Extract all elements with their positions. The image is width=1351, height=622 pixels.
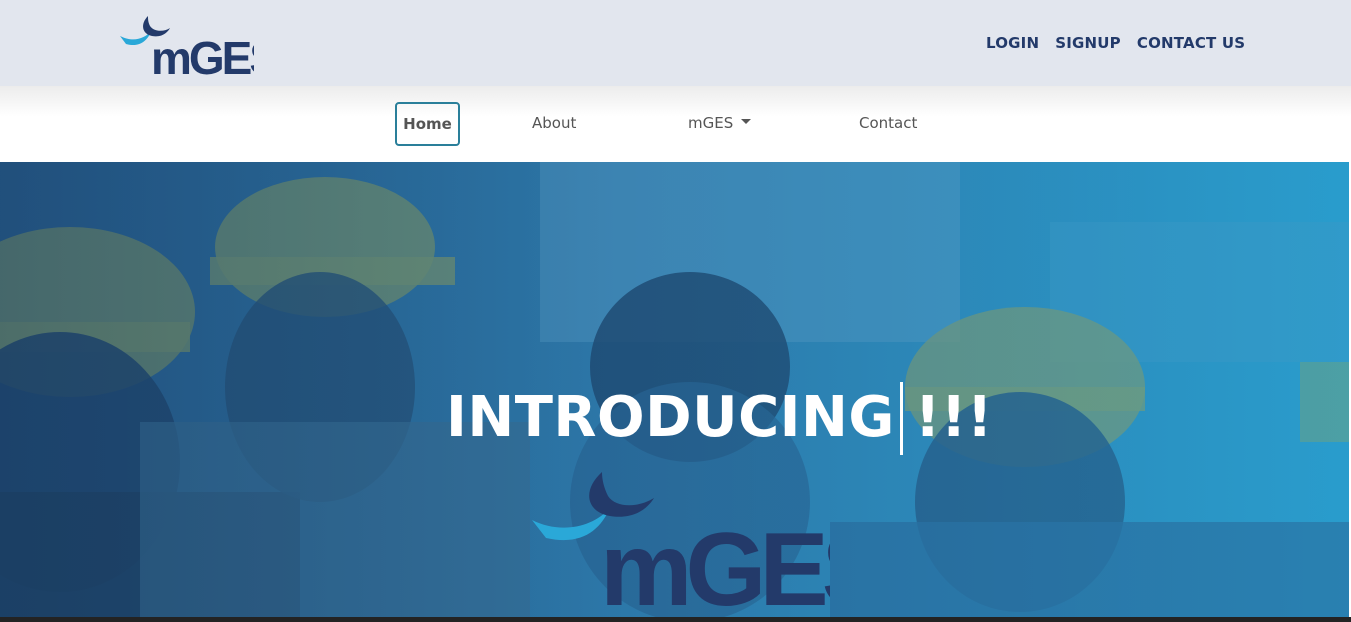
caret-down-icon [741, 119, 752, 124]
mges-logo-icon: mGES [120, 16, 254, 78]
nav-about[interactable]: About [532, 114, 576, 132]
main-nav: Home About mGES Contact [0, 86, 1351, 162]
hero-title: INTRODUCING !!! [446, 385, 993, 450]
svg-text:mGES: mGES [151, 32, 254, 78]
hero-banner: INTRODUCING !!! mGES [0, 162, 1349, 617]
nav-mges-label: mGES [688, 114, 734, 132]
nav-mges-dropdown[interactable]: mGES [688, 114, 752, 132]
mges-hero-logo-icon: mGES [532, 472, 830, 612]
login-link[interactable]: LOGIN [986, 34, 1039, 52]
taskbar-edge [0, 617, 1351, 622]
mges-logo[interactable]: mGES [118, 10, 254, 78]
text-cursor [900, 382, 903, 455]
contact-us-link[interactable]: CONTACT US [1137, 34, 1245, 52]
top-header: mGES LOGIN SIGNUP CONTACT US [0, 0, 1351, 86]
signup-link[interactable]: SIGNUP [1055, 34, 1121, 52]
nav-home[interactable]: Home [395, 102, 460, 146]
svg-text:mGES: mGES [600, 512, 830, 612]
hero-logo: mGES [530, 462, 830, 612]
top-links: LOGIN SIGNUP CONTACT US [986, 34, 1245, 52]
nav-contact[interactable]: Contact [859, 114, 917, 132]
